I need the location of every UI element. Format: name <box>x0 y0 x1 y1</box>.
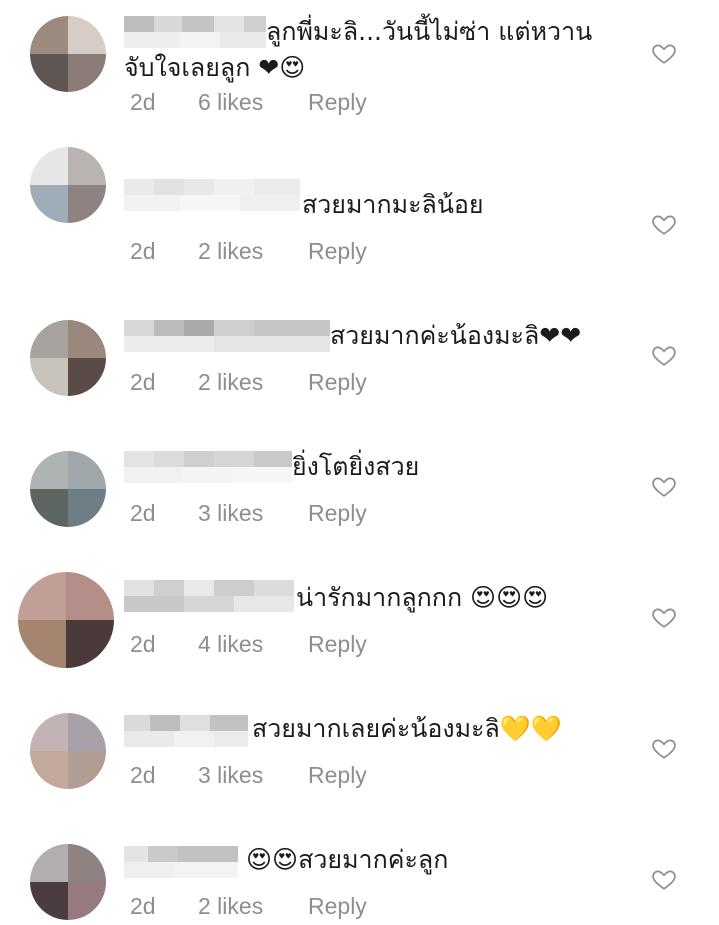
timestamp: 2d <box>130 631 156 657</box>
likes-count[interactable]: 6 likes <box>198 89 308 116</box>
heart-outline-icon[interactable] <box>651 735 677 761</box>
reply-button[interactable]: Reply <box>308 89 367 116</box>
likes-count[interactable]: 2 likes <box>198 369 308 396</box>
timestamp: 2d <box>130 893 156 919</box>
likes-count[interactable]: 3 likes <box>198 762 308 789</box>
comment-item: สวยมากเลยค่ะน้องมะลิ💛💛 2d 3 likes Reply <box>0 655 719 789</box>
heart-outline-icon[interactable] <box>651 604 677 630</box>
comment-item: ยิ่งโตยิ่งสวย 2d 3 likes Reply <box>0 393 719 527</box>
comment-meta: 2d 2 likes Reply <box>130 369 367 396</box>
reply-button[interactable]: Reply <box>308 893 367 920</box>
comment-item: ลูกพี่มะลิ...วันนี้ไม่ซ่า แต่หวานจับใจเล… <box>0 0 719 131</box>
comment-text: 😍😍สวยมากค่ะลูก <box>246 845 449 874</box>
comment-text: ยิ่งโตยิ่งสวย <box>292 452 420 481</box>
heart-outline-icon[interactable] <box>651 473 677 499</box>
comment-meta: 2d 2 likes Reply <box>130 893 367 920</box>
comment-item: สวยมากมะลิน้อย 2d 2 likes Reply <box>0 131 719 265</box>
avatar[interactable] <box>18 572 114 668</box>
comment-item: น่ารักมากลูกกก 😍😍😍 2d 4 likes Reply <box>0 524 719 668</box>
timestamp: 2d <box>130 500 156 526</box>
username-blurred[interactable] <box>124 715 248 747</box>
comment-meta: 2d 6 likes Reply <box>130 89 367 116</box>
comment-meta: 2d 4 likes Reply <box>130 631 367 658</box>
timestamp: 2d <box>130 238 156 264</box>
timestamp: 2d <box>130 369 156 395</box>
likes-count[interactable]: 2 likes <box>198 238 308 265</box>
heart-outline-icon[interactable] <box>651 342 677 368</box>
avatar[interactable] <box>30 451 106 527</box>
comment-meta: 2d 3 likes Reply <box>130 762 367 789</box>
username-blurred[interactable] <box>124 451 292 483</box>
comment-text: สวยมากค่ะน้องมะลิ❤❤ <box>330 321 582 350</box>
comment-meta: 2d 2 likes Reply <box>130 238 367 265</box>
comment-item: สวยมากค่ะน้องมะลิ❤❤ 2d 2 likes Reply <box>0 262 719 396</box>
username-blurred[interactable] <box>124 846 238 878</box>
reply-button[interactable]: Reply <box>308 631 367 658</box>
comment-item: 😍😍สวยมากค่ะลูก 2d 2 likes Reply <box>0 786 719 925</box>
username-blurred[interactable] <box>124 179 300 211</box>
username-blurred[interactable] <box>124 320 330 352</box>
likes-count[interactable]: 3 likes <box>198 500 308 527</box>
heart-outline-icon[interactable] <box>651 211 677 237</box>
avatar[interactable] <box>30 320 106 396</box>
reply-button[interactable]: Reply <box>308 500 367 527</box>
avatar[interactable] <box>30 844 106 920</box>
likes-count[interactable]: 2 likes <box>198 893 308 920</box>
avatar[interactable] <box>30 16 106 92</box>
reply-button[interactable]: Reply <box>308 762 367 789</box>
avatar[interactable] <box>30 713 106 789</box>
reply-button[interactable]: Reply <box>308 238 367 265</box>
likes-count[interactable]: 4 likes <box>198 631 308 658</box>
username-blurred[interactable] <box>124 580 294 612</box>
heart-outline-icon[interactable] <box>651 40 677 66</box>
timestamp: 2d <box>130 762 156 788</box>
comment-meta: 2d 3 likes Reply <box>130 500 367 527</box>
heart-outline-icon[interactable] <box>651 866 677 892</box>
avatar[interactable] <box>30 147 106 223</box>
comment-text: น่ารักมากลูกกก 😍😍😍 <box>296 583 549 612</box>
timestamp: 2d <box>130 89 156 115</box>
reply-button[interactable]: Reply <box>308 369 367 396</box>
comment-text: ลูกพี่มะลิ...วันนี้ไม่ซ่า แต่หวานจับใจเล… <box>124 17 593 82</box>
comment-text: สวยมากมะลิน้อย <box>302 190 484 219</box>
comment-text: สวยมากเลยค่ะน้องมะลิ💛💛 <box>252 714 563 743</box>
